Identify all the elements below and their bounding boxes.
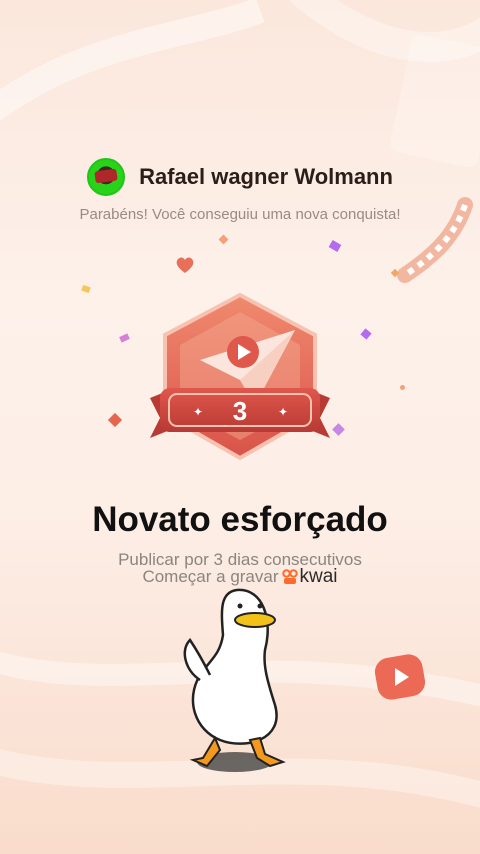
congrats-message: Parabéns! Você conseguiu uma nova conqui… [79, 206, 401, 223]
username: Rafael wagner Wolmann [139, 164, 393, 189]
confetti [218, 234, 229, 245]
confetti [81, 284, 91, 294]
heart-icon [176, 257, 194, 273]
svg-text:✦: ✦ [278, 405, 288, 419]
confetti [360, 328, 372, 340]
confetti [400, 385, 405, 390]
confetti [328, 240, 342, 252]
user-header: Rafael wagner Wolmann [0, 158, 480, 196]
play-button-decoration [374, 654, 426, 700]
kwai-brand-text: kwai [299, 566, 338, 587]
duck-mascot [183, 588, 286, 772]
confetti [119, 333, 130, 343]
avatar[interactable] [87, 158, 126, 196]
achievement-badge: 3 ✦ ✦ [150, 292, 330, 461]
svg-text:✦: ✦ [193, 405, 203, 419]
badge-number: 3 [233, 396, 247, 426]
achievement-title: Novato esforçado [92, 500, 388, 539]
confetti [107, 412, 123, 428]
